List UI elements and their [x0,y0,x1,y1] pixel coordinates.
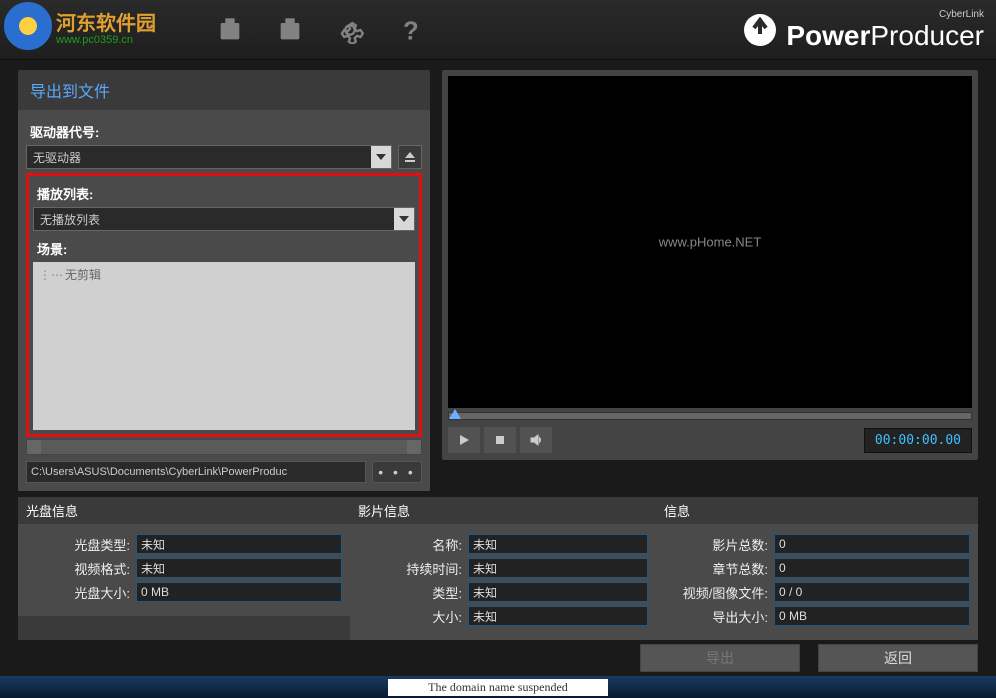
export-path-input[interactable]: C:\Users\ASUS\Documents\CyberLink\PowerP… [26,461,366,483]
browse-button[interactable]: • • • [372,461,422,483]
movies-count-label: 影片总数: [664,535,774,554]
drive-label: 驱动器代号: [30,122,418,141]
scene-item[interactable]: 无剪辑 [39,266,409,283]
files-count-value: 0 / 0 [774,582,970,602]
gear-icon [336,16,364,44]
disc-size-label: 光盘大小: [26,583,136,602]
scene-list[interactable]: 无剪辑 [33,262,415,430]
brand-product: PowerProducer [786,22,984,50]
video-format-value: 未知 [136,558,342,578]
movie-info-header: 影片信息 [350,497,656,524]
stop-button[interactable] [484,427,516,453]
watermark-title: 河东软件园 [56,7,156,36]
panel-title: 导出到文件 [18,70,430,110]
movie-type-label: 类型: [358,583,468,602]
highlighted-section: 播放列表: 无播放列表 场景: 无剪辑 [26,173,422,437]
toolbar-btn-2[interactable] [272,12,308,48]
horizontal-scrollbar[interactable] [26,439,422,455]
play-button[interactable] [448,427,480,453]
movie-size-label: 大小: [358,607,468,626]
footer-message: The domain name suspended [388,679,608,696]
timeline-slider[interactable] [448,412,972,420]
back-button[interactable]: 返回 [818,644,978,672]
preview-panel: www.pHome.NET 00:00:00.00 [442,70,978,460]
export-size-value: 0 MB [774,606,970,626]
disc2-icon [276,16,304,44]
movie-size-value: 未知 [468,606,648,626]
playhead-icon[interactable] [449,409,461,419]
chevron-down-icon [371,146,391,168]
duration-label: 持续时间: [358,559,468,578]
volume-icon [529,433,543,447]
app-branding: CyberLink PowerProducer [742,10,984,50]
disc-size-value: 0 MB [136,582,342,602]
stop-icon [493,433,507,447]
drive-value: 无驱动器 [33,149,81,166]
volume-button[interactable] [520,427,552,453]
footer-bar: The domain name suspended [0,676,996,698]
movie-type-value: 未知 [468,582,648,602]
files-count-label: 视频/图像文件: [664,583,774,602]
playlist-combo[interactable]: 无播放列表 [33,207,415,231]
disc-icon [216,16,244,44]
site-watermark: 河东软件园 www.pc0359.cn [4,2,156,50]
brand-logo-icon [742,12,778,48]
disc-type-label: 光盘类型: [26,535,136,554]
general-info-header: 信息 [656,497,978,524]
disc-type-value: 未知 [136,534,342,554]
export-size-label: 导出大小: [664,607,774,626]
drive-combo[interactable]: 无驱动器 [26,145,392,169]
duration-value: 未知 [468,558,648,578]
eject-button[interactable] [398,145,422,169]
playlist-value: 无播放列表 [40,211,100,228]
chevron-down-icon [394,208,414,230]
chapters-count-value: 0 [774,558,970,578]
disc-info-header: 光盘信息 [18,497,350,524]
chapters-count-label: 章节总数: [664,559,774,578]
video-watermark: www.pHome.NET [659,235,762,250]
video-format-label: 视频格式: [26,559,136,578]
video-preview: www.pHome.NET [448,76,972,408]
movies-count-value: 0 [774,534,970,554]
scene-label: 场景: [37,239,411,258]
toolbar-btn-1[interactable] [212,12,248,48]
playlist-label: 播放列表: [37,184,411,203]
svg-text:?: ? [403,17,419,44]
brand-company: CyberLink [786,10,984,20]
play-icon [457,433,471,447]
help-icon: ? [396,16,424,44]
watermark-logo-icon [4,2,52,50]
eject-icon [403,150,417,164]
timecode-display: 00:00:00.00 [864,428,972,453]
movie-name-value: 未知 [468,534,648,554]
help-btn[interactable]: ? [392,12,428,48]
movie-name-label: 名称: [358,535,468,554]
settings-btn[interactable] [332,12,368,48]
export-button[interactable]: 导出 [640,644,800,672]
